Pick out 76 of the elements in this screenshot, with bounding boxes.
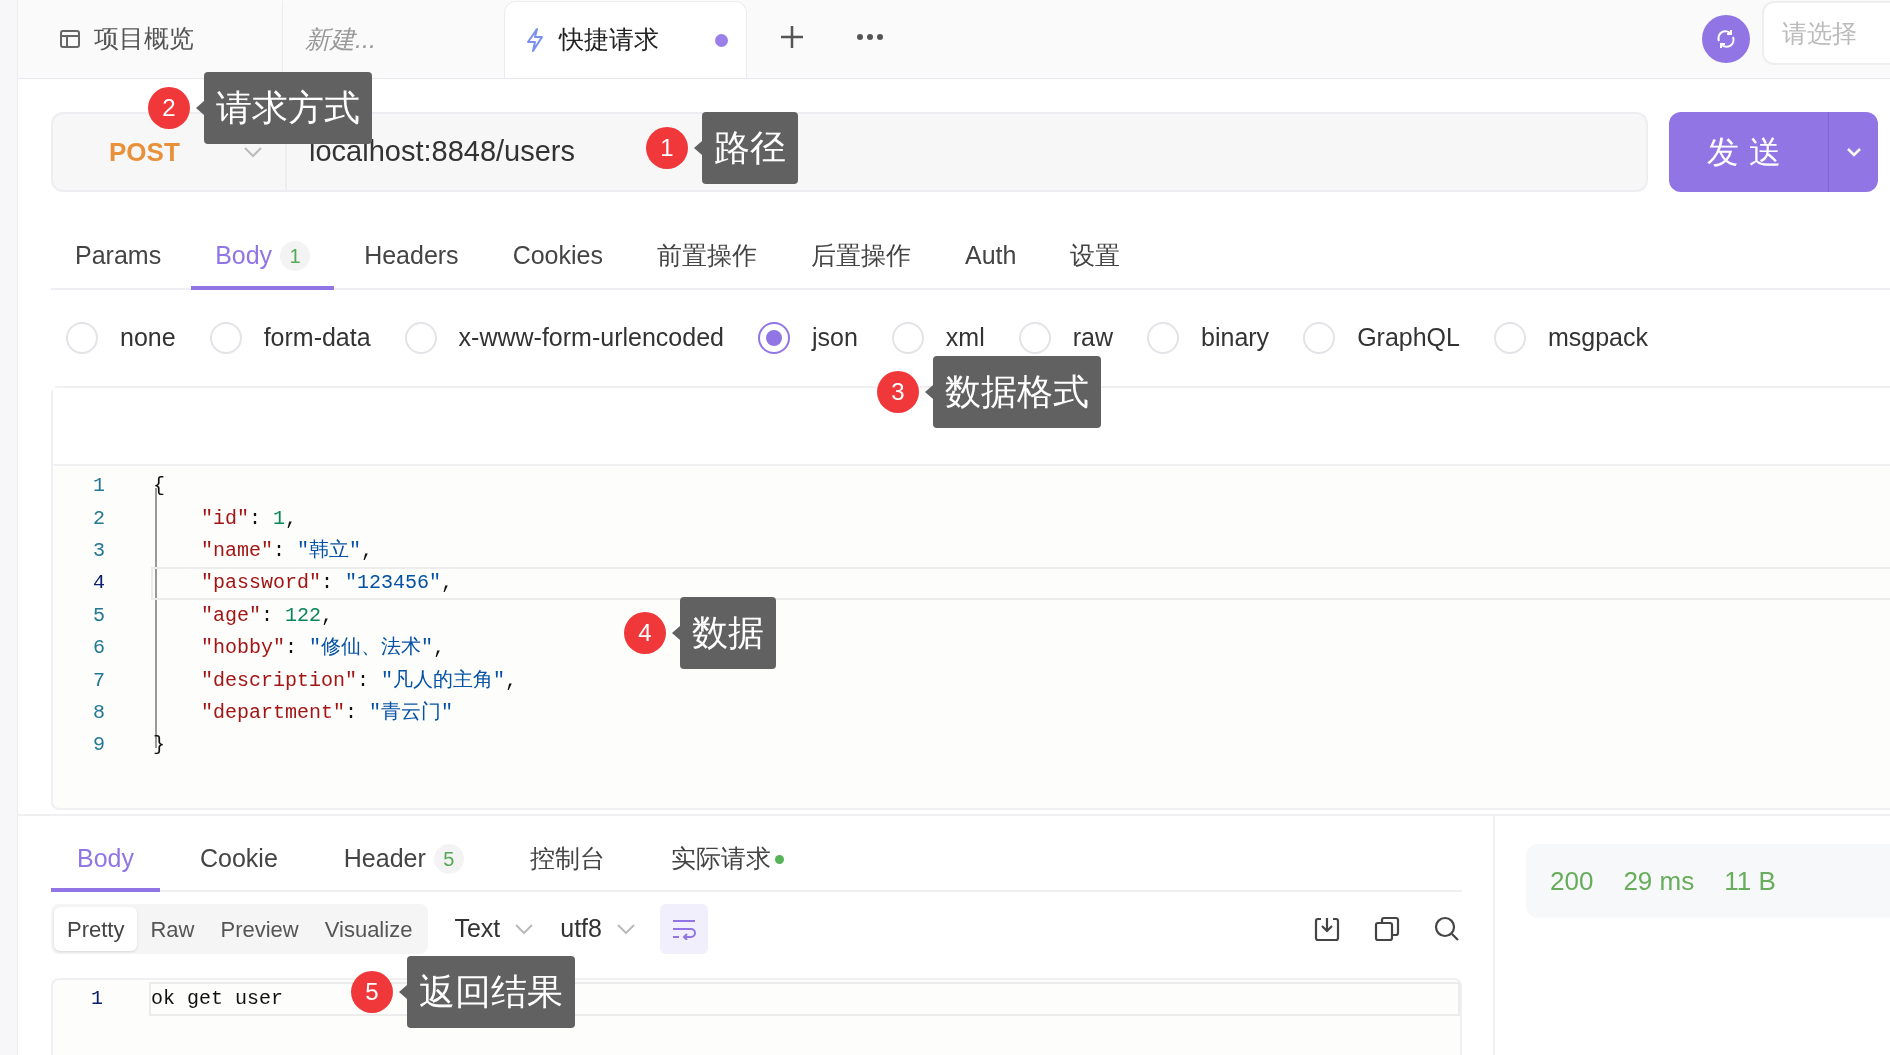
line-number: 7: [92, 667, 105, 694]
code-line: "password": "123456",: [200, 570, 454, 597]
line-number: 9: [92, 732, 105, 759]
environment-select[interactable]: 请选择: [1762, 1, 1890, 65]
request-tab[interactable]: 前置操作: [632, 226, 781, 290]
radio-label: GraphQL: [1357, 322, 1460, 354]
radio-label: x-www-form-urlencoded: [458, 322, 724, 354]
wrap-toggle[interactable]: [659, 904, 708, 954]
more-icon: [856, 33, 884, 41]
code-line: "age": 122,: [200, 602, 334, 629]
radio-label: xml: [945, 322, 985, 354]
callout-badge: 2: [148, 87, 190, 129]
callout-badge: 5: [351, 971, 393, 1013]
radio-label: binary: [1201, 322, 1270, 354]
radio-label: none: [120, 322, 176, 354]
code-line: "name": "韩立",: [200, 537, 374, 564]
layout-icon: [58, 27, 82, 51]
wrap-icon: [670, 918, 697, 940]
status-code: 200: [1550, 864, 1594, 898]
line-number: 4: [92, 570, 105, 597]
code-line: }: [153, 732, 165, 759]
code-line: "id": 1,: [200, 505, 298, 532]
tab[interactable]: 快捷请求: [504, 1, 747, 78]
chevron-down-icon: [514, 923, 535, 935]
request-tab[interactable]: Headers: [340, 226, 483, 290]
code-line: ok get user: [151, 986, 284, 1012]
radio-label: json: [811, 322, 858, 354]
plus-icon: [779, 24, 805, 50]
format-select[interactable]: Text: [454, 910, 535, 948]
request-tab[interactable]: 后置操作: [786, 226, 935, 290]
encoding-select[interactable]: utf8: [560, 910, 636, 948]
request-tab[interactable]: Body 1: [191, 226, 335, 290]
pointer-icon: [399, 985, 407, 999]
line-number: 3: [92, 537, 105, 564]
response-tab[interactable]: Cookie: [174, 830, 304, 892]
code-line: "department": "青云门": [200, 699, 454, 726]
view-mode-tab[interactable]: Raw: [137, 907, 208, 951]
pointer-icon: [196, 101, 204, 115]
line-number: 1: [90, 986, 103, 1012]
response-size: 11 B: [1724, 864, 1776, 898]
count-badge: 5: [433, 844, 464, 874]
view-mode-tab[interactable]: Pretty: [54, 907, 138, 951]
view-mode-tab[interactable]: Preview: [207, 907, 312, 951]
radio-label: msgpack: [1547, 322, 1648, 354]
line-number: 1: [92, 473, 105, 500]
chevron-down-icon: [1845, 147, 1862, 157]
request-tab[interactable]: 设置: [1046, 226, 1145, 290]
pointer-icon: [672, 626, 680, 640]
callout-badge: 3: [877, 371, 919, 413]
response-tab[interactable]: 实际请求: [644, 830, 810, 892]
radio-button[interactable]: [757, 322, 790, 354]
pointer-icon: [925, 385, 933, 399]
response-tab[interactable]: 控制台: [503, 830, 631, 892]
line-number: 5: [92, 602, 105, 629]
view-mode-tab[interactable]: Visualize: [311, 907, 426, 951]
code-line: "description": "凡人的主角",: [200, 667, 518, 694]
chevron-down-icon: [243, 146, 263, 158]
response-time: 29 ms: [1623, 864, 1695, 898]
sync-button[interactable]: [1702, 15, 1750, 63]
code-line: "hobby": "修仙、法术",: [200, 635, 446, 662]
copy-icon[interactable]: [1372, 914, 1402, 944]
code-line: {: [153, 473, 165, 500]
request-tab[interactable]: Params: [51, 226, 186, 290]
line-number: 6: [92, 635, 105, 662]
chevron-down-icon: [615, 923, 636, 935]
pointer-icon: [694, 141, 702, 155]
response-tab[interactable]: Body: [51, 830, 160, 892]
radio-label: raw: [1072, 322, 1114, 354]
line-number: 8: [92, 699, 105, 726]
radio-label: form-data: [263, 322, 371, 354]
sync-icon: [1714, 27, 1738, 51]
count-badge: 1: [280, 241, 311, 271]
response-tab[interactable]: Header 5: [317, 830, 490, 892]
line-number: 2: [92, 505, 105, 532]
request-tab[interactable]: Cookies: [488, 226, 627, 290]
request-tab[interactable]: Auth: [940, 226, 1041, 290]
